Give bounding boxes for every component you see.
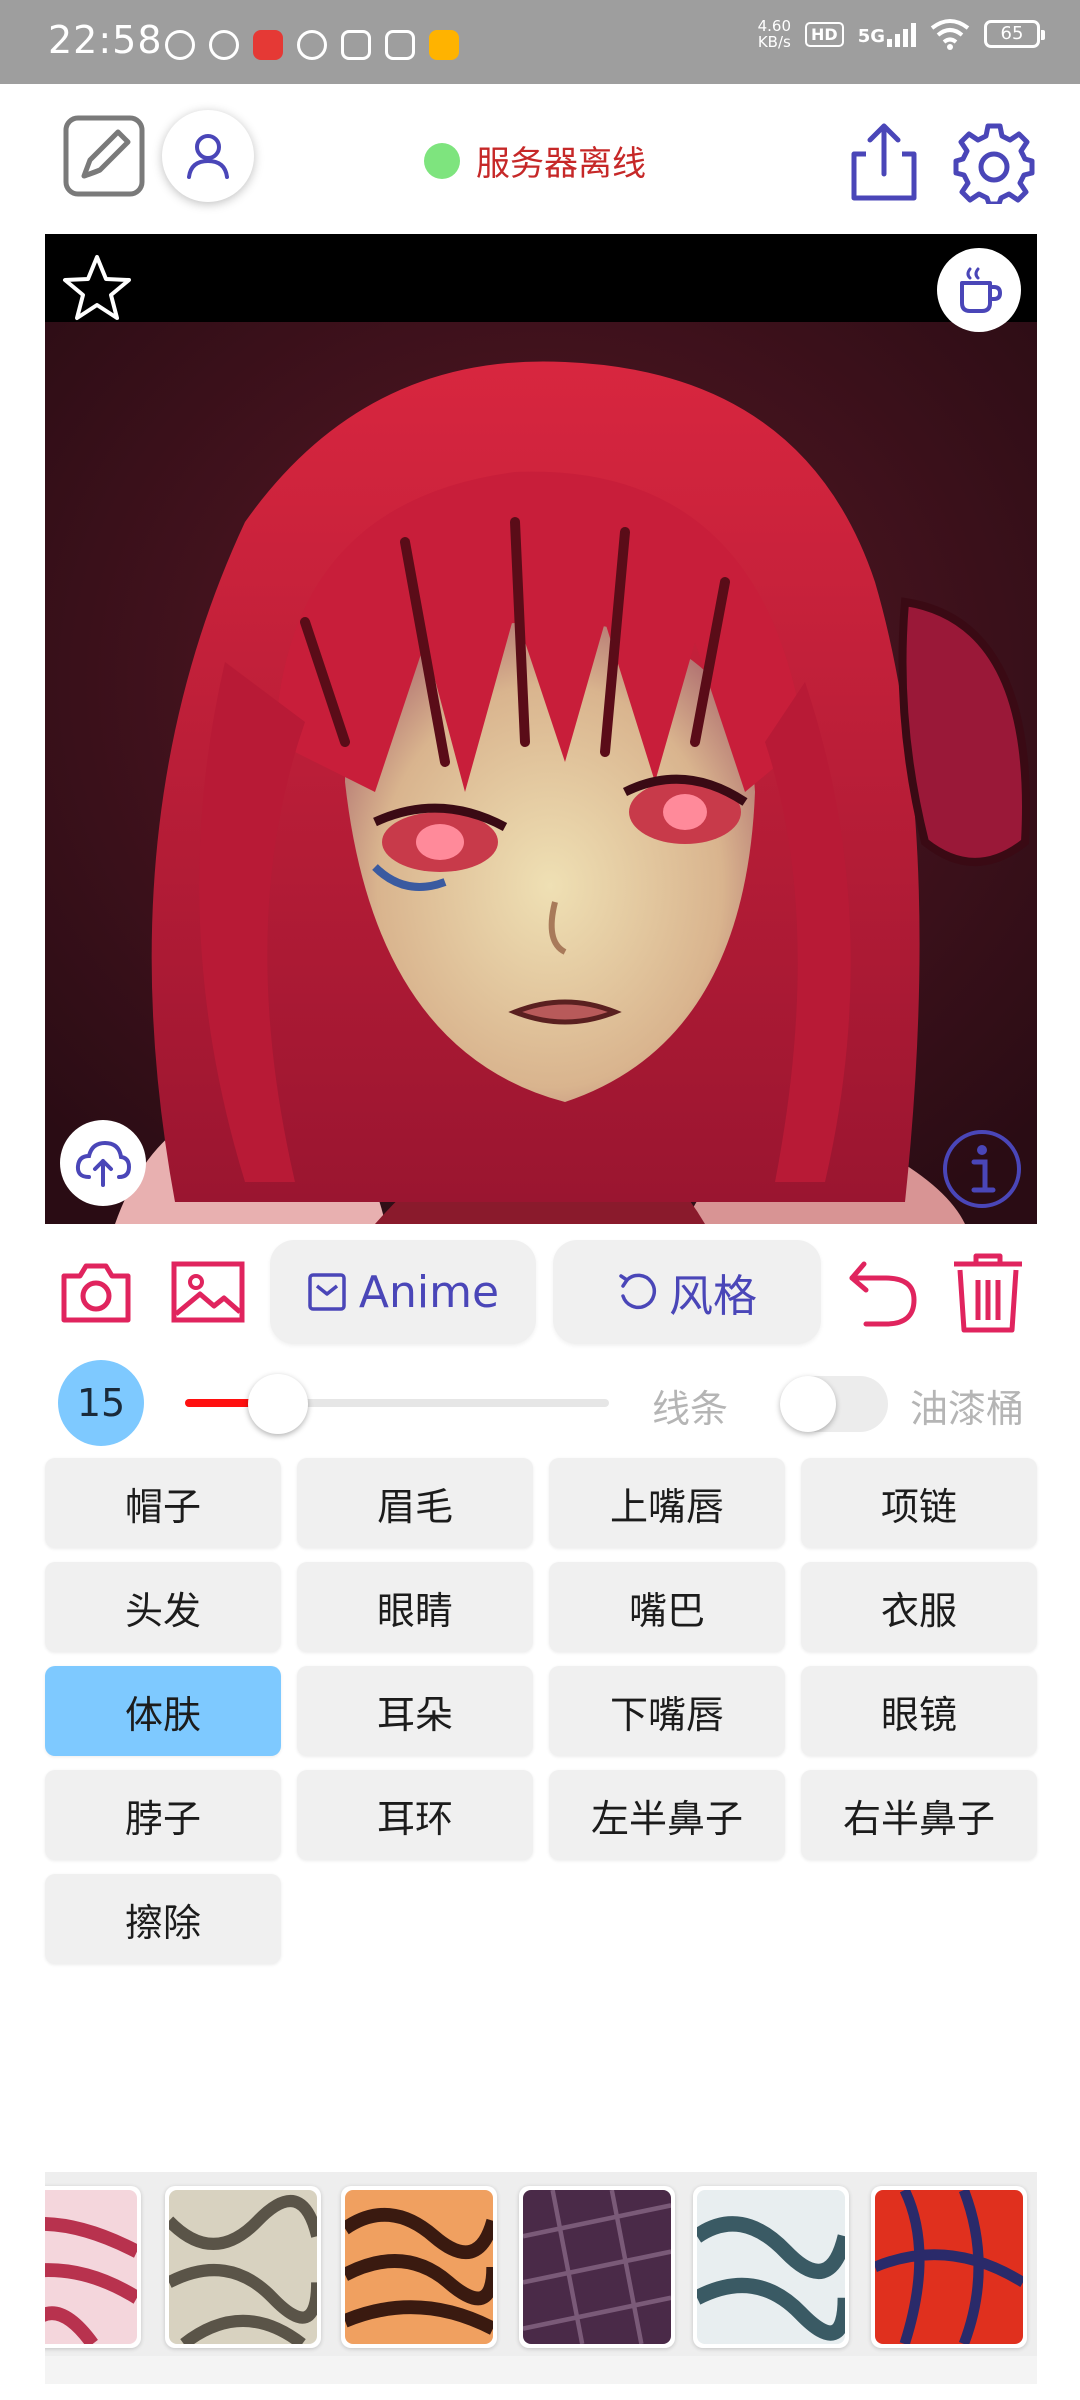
camera-button[interactable] — [58, 1258, 134, 1326]
gallery-button[interactable] — [170, 1258, 246, 1326]
texture-thumbnail[interactable] — [165, 2186, 321, 2348]
model-icon — [308, 1273, 346, 1311]
profile-button[interactable] — [162, 110, 254, 202]
server-status-text: 服务器离线 — [476, 144, 646, 184]
part-button[interactable]: 左半鼻子 — [549, 1770, 785, 1860]
share-icon — [851, 123, 917, 201]
undo-button[interactable] — [846, 1254, 920, 1328]
texture-thumbnail[interactable] — [341, 2186, 497, 2348]
signal-icon: 5G — [858, 21, 916, 47]
app-notification-icon — [253, 30, 283, 60]
slider-thumb[interactable] — [248, 1374, 308, 1434]
trash-icon — [954, 1253, 1022, 1333]
texture-thumbnail[interactable] — [871, 2186, 1027, 2348]
app-notification-icon — [385, 30, 415, 60]
server-status: 服务器离线 — [424, 136, 646, 185]
texture-thumbnail[interactable] — [519, 2186, 675, 2348]
part-button[interactable]: 右半鼻子 — [801, 1770, 1037, 1860]
hd-badge: HD — [805, 21, 844, 47]
part-button[interactable]: 体肤 — [45, 1666, 281, 1756]
star-icon — [63, 255, 131, 320]
part-button[interactable]: 衣服 — [801, 1562, 1037, 1652]
bucket-label: 油漆桶 — [910, 1387, 1025, 1431]
brush-size-badge: 15 — [58, 1360, 144, 1446]
erase-button[interactable]: 擦除 — [45, 1874, 281, 1964]
battery-icon: 65 — [984, 20, 1045, 48]
part-button[interactable]: 耳环 — [297, 1770, 533, 1860]
upload-button[interactable] — [60, 1120, 146, 1206]
drawing-canvas[interactable] — [45, 234, 1037, 1224]
settings-button[interactable] — [952, 120, 1036, 207]
brush-controls: 15 线条 油漆桶 — [0, 1358, 1080, 1448]
cloud-notification-icon — [297, 30, 327, 60]
status-time: 22:58 — [48, 18, 163, 62]
part-button[interactable]: 项链 — [801, 1458, 1037, 1548]
favorite-button[interactable] — [61, 252, 133, 324]
info-icon — [943, 1130, 1021, 1208]
profile-icon — [187, 134, 229, 179]
wifi-icon — [930, 19, 970, 50]
net-speed: 4.60 KB/s — [758, 18, 791, 50]
model-select-button[interactable]: Anime — [270, 1240, 536, 1344]
network-type: 5G — [857, 26, 885, 47]
part-button[interactable]: 眼睛 — [297, 1562, 533, 1652]
part-button[interactable]: 头发 — [45, 1562, 281, 1652]
delete-button[interactable] — [950, 1250, 1026, 1334]
coffee-button[interactable] — [937, 248, 1021, 332]
status-indicators: 4.60 KB/s HD 5G 65 — [758, 18, 1045, 50]
undo-icon — [849, 1261, 917, 1327]
refresh-icon — [619, 1273, 657, 1310]
part-button[interactable]: 眼镜 — [801, 1666, 1037, 1756]
strip-scroll-area — [45, 2356, 1037, 2384]
top-bar: 服务器离线 — [0, 84, 1080, 234]
texture-thumbnail[interactable] — [693, 2186, 849, 2348]
part-button[interactable]: 下嘴唇 — [549, 1666, 785, 1756]
cloud-upload-icon — [75, 1140, 131, 1187]
net-speed-value: 4.60 — [757, 17, 792, 35]
texture-thumbnail[interactable] — [45, 2186, 141, 2348]
style-texture-strip[interactable] — [45, 2172, 1037, 2384]
edit-icon — [63, 115, 145, 197]
action-row: Anime 风格 — [0, 1236, 1080, 1346]
share-button[interactable] — [846, 120, 922, 204]
image-icon — [171, 1261, 245, 1323]
part-button[interactable]: 眉毛 — [297, 1458, 533, 1548]
generated-anime-image — [45, 322, 1037, 1224]
part-button[interactable]: 嘴巴 — [549, 1562, 785, 1652]
gear-icon — [953, 123, 1035, 207]
line-mode-label: 线条 — [652, 1387, 729, 1431]
face-part-grid: 帽子 眉毛 上嘴唇 项链 头发 眼睛 嘴巴 衣服 体肤 耳朵 下嘴唇 眼镜 脖子… — [45, 1458, 1037, 1964]
part-button[interactable]: 帽子 — [45, 1458, 281, 1548]
status-app-icons — [165, 30, 459, 60]
app-notification-icon — [165, 30, 195, 60]
info-button[interactable] — [941, 1128, 1023, 1210]
coffee-icon — [960, 267, 1003, 313]
toggle-knob — [780, 1376, 836, 1432]
status-dot — [424, 142, 460, 179]
style-label: 风格 — [669, 1271, 757, 1322]
part-button[interactable]: 上嘴唇 — [549, 1458, 785, 1548]
model-label: Anime — [358, 1266, 500, 1318]
camera-icon — [61, 1263, 131, 1323]
style-button[interactable]: 风格 — [553, 1240, 821, 1344]
app-notification-icon — [209, 30, 239, 60]
app-notification-icon — [341, 30, 371, 60]
net-speed-unit: KB/s — [757, 33, 791, 51]
edit-button[interactable] — [62, 114, 146, 198]
app-notification-icon — [429, 30, 459, 60]
status-bar: 22:58 4.60 KB/s HD 5G 65 — [0, 0, 1080, 84]
part-button[interactable]: 耳朵 — [297, 1666, 533, 1756]
part-button[interactable]: 脖子 — [45, 1770, 281, 1860]
bucket-toggle[interactable] — [780, 1376, 888, 1432]
